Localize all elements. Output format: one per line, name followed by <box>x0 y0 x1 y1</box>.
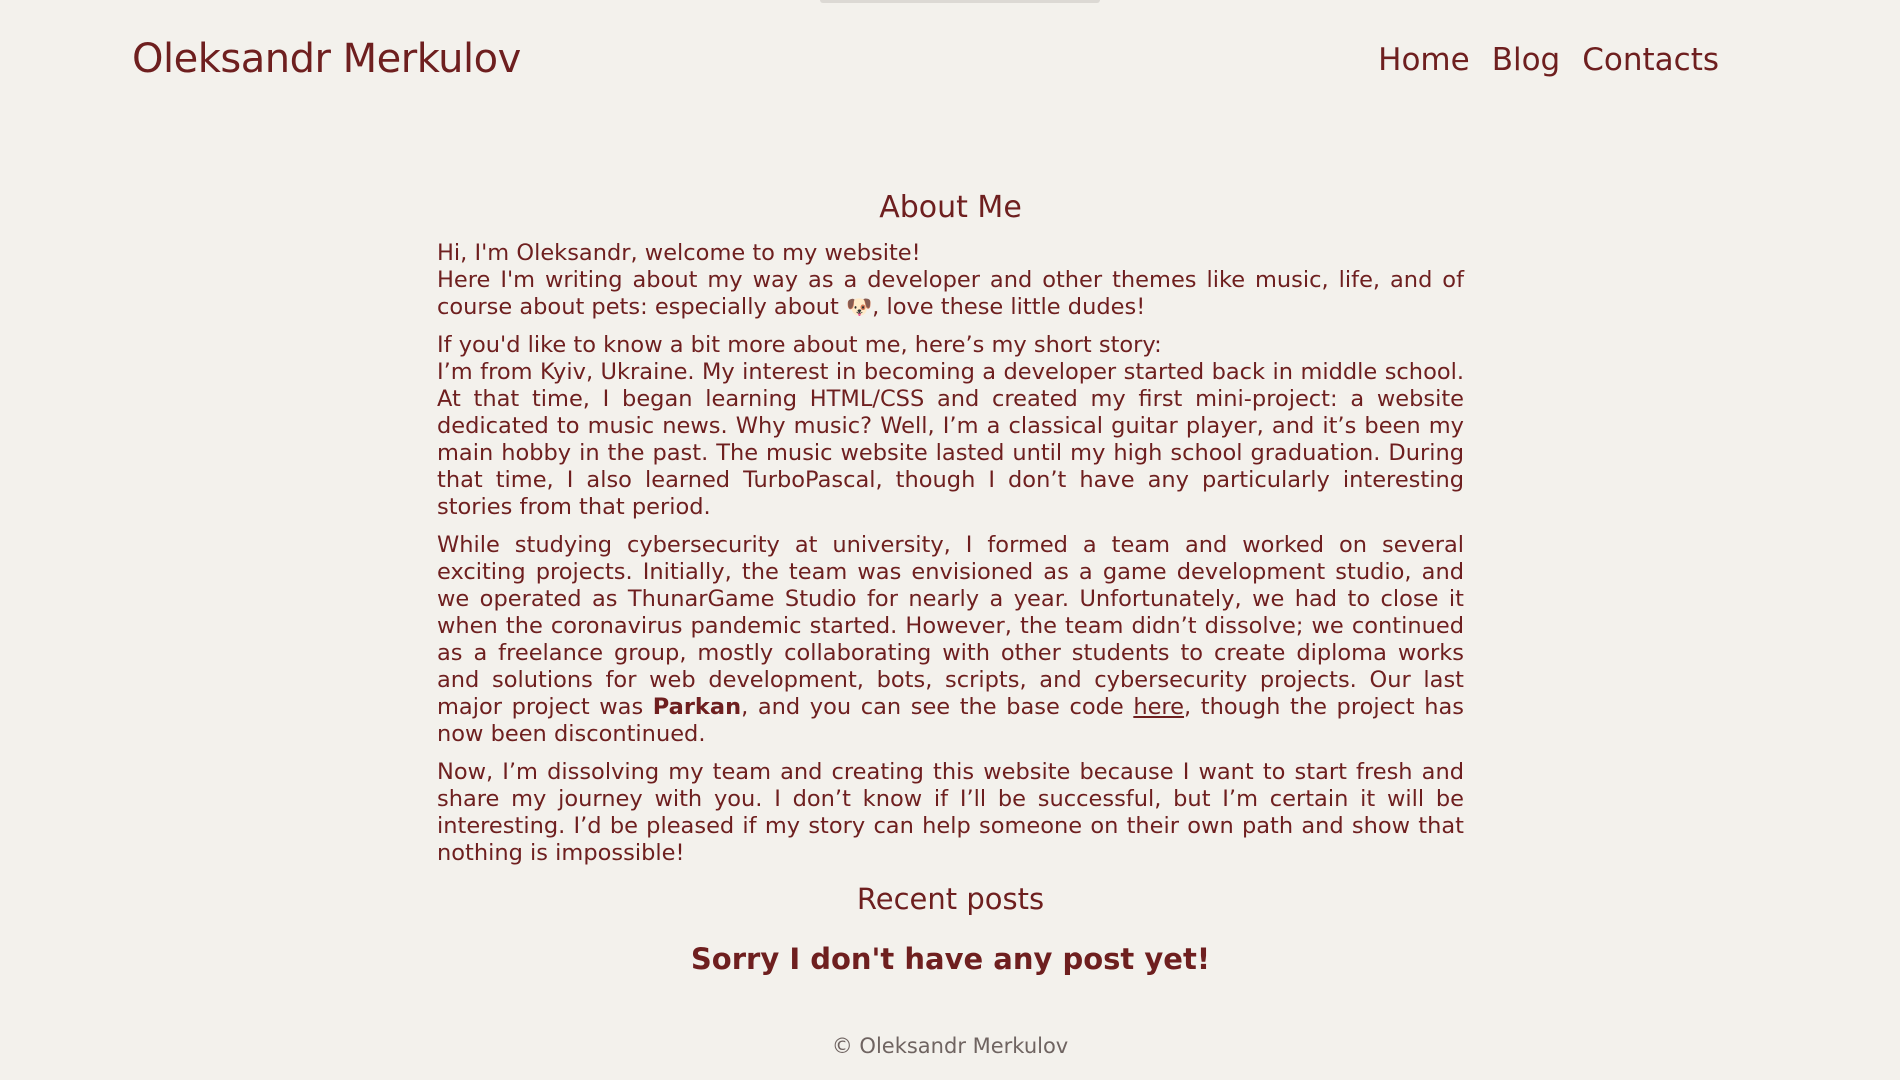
about-content: Hi, I'm Oleksandr, welcome to my website… <box>437 240 1464 867</box>
main-content: About Me Hi, I'm Oleksandr, welcome to m… <box>437 180 1464 979</box>
nav-blog[interactable]: Blog <box>1492 42 1561 78</box>
nav-contacts[interactable]: Contacts <box>1582 42 1719 78</box>
story-text: I’m from Kyiv, Ukraine. My interest in b… <box>437 359 1464 520</box>
about-title: About Me <box>879 190 1022 225</box>
about-paragraph-1: Hi, I'm Oleksandr, welcome to my website… <box>437 240 1464 321</box>
site-footer: © Oleksandr Merkulov <box>0 1034 1900 1058</box>
copyright-text: © Oleksandr Merkulov <box>831 1034 1069 1058</box>
project-name: Parkan <box>652 694 742 720</box>
about-paragraph-4: Now, I’m dissolving my team and creating… <box>437 759 1464 866</box>
team-text-2: , and you can see the base code <box>741 694 1134 720</box>
main-nav: Home Blog Contacts <box>1378 42 1719 78</box>
no-posts-message: Sorry I don't have any post yet! <box>690 942 1211 976</box>
intro-text-end: , love these little dudes! <box>872 294 1146 320</box>
site-title-link[interactable]: Oleksandr Merkulov <box>132 36 521 82</box>
story-intro: If you'd like to know a bit more about m… <box>437 332 1162 358</box>
dog-face-icon: 🐶 <box>845 295 873 319</box>
site-header: Oleksandr Merkulov Home Blog Contacts <box>0 0 1900 130</box>
base-code-link[interactable]: here <box>1133 694 1184 720</box>
about-paragraph-2: If you'd like to know a bit more about m… <box>437 332 1464 521</box>
recent-posts-title: Recent posts <box>856 882 1045 916</box>
team-text: While studying cybersecurity at universi… <box>437 532 1464 720</box>
nav-home[interactable]: Home <box>1378 42 1470 78</box>
about-paragraph-3: While studying cybersecurity at universi… <box>437 532 1464 748</box>
greeting-text: Hi, I'm Oleksandr, welcome to my website… <box>437 240 921 266</box>
